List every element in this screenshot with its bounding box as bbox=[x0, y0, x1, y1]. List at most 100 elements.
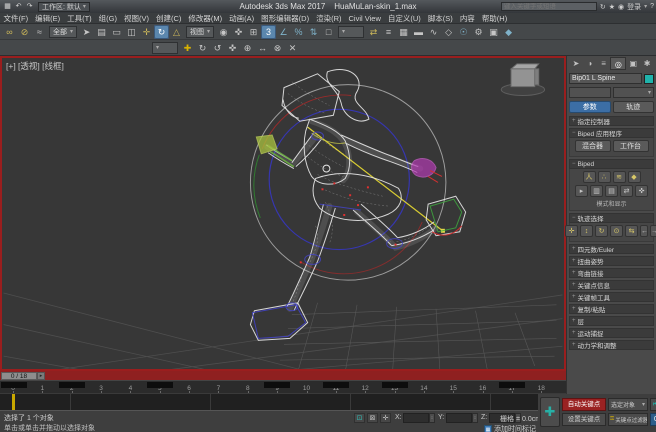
spinner-snap-icon[interactable]: ⇅ bbox=[306, 25, 321, 39]
all-axes-icon[interactable]: ✜ bbox=[225, 41, 240, 55]
track-bar-keys[interactable] bbox=[0, 393, 566, 410]
keyframe-9[interactable] bbox=[264, 382, 290, 388]
track-select-icon-2[interactable]: ↻ bbox=[595, 225, 608, 237]
x-spinner[interactable]: ↕ bbox=[429, 413, 435, 423]
keyframe-13[interactable] bbox=[382, 382, 408, 388]
rollout-header-8[interactable]: +关键帧工具 bbox=[569, 292, 654, 302]
select-by-name-icon[interactable]: ▤ bbox=[94, 25, 109, 39]
rollout-header-12[interactable]: +动力学和调整 bbox=[569, 340, 654, 350]
keyframe-17[interactable] bbox=[499, 382, 525, 388]
y-coordinate-field[interactable] bbox=[446, 413, 472, 423]
select-scale-icon[interactable]: △ bbox=[169, 25, 184, 39]
redo-icon[interactable]: ↷ bbox=[24, 2, 35, 12]
add-mode-icon[interactable]: ⊕ bbox=[240, 41, 255, 55]
render-icon[interactable]: ◆ bbox=[501, 25, 516, 39]
menu-item-11[interactable]: 自定义(U) bbox=[384, 13, 424, 24]
clear-icon[interactable]: ✕ bbox=[285, 41, 300, 55]
tab-create[interactable]: ➤ bbox=[569, 57, 583, 70]
rollout-header-1[interactable]: −Biped 应用程序 bbox=[569, 128, 654, 138]
user-icon[interactable]: ◉ bbox=[618, 3, 624, 11]
rollout-header-2[interactable]: −Biped bbox=[569, 159, 654, 169]
menu-item-0[interactable]: 文件(F) bbox=[0, 13, 32, 24]
rollout-header-9[interactable]: +复制/粘贴 bbox=[569, 304, 654, 314]
biped-tool-icon-0[interactable]: ▸ bbox=[575, 185, 588, 197]
apps-button-1[interactable]: 工作台 bbox=[613, 140, 649, 152]
tab-display[interactable]: ▣ bbox=[626, 57, 640, 70]
rollout-header-0[interactable]: +指定控制器 bbox=[569, 116, 654, 126]
biped-tool-icon-4[interactable]: ✜ bbox=[635, 185, 648, 197]
track-select-icon-3[interactable]: ⊙ bbox=[610, 225, 623, 237]
mode-button-0[interactable]: 参数 bbox=[569, 101, 611, 113]
rollout-header-4[interactable]: +四元数/Euler bbox=[569, 244, 654, 254]
named-selection-sets-icon[interactable]: □ bbox=[321, 25, 336, 39]
biped-tool-icon-1[interactable]: ▥ bbox=[590, 185, 603, 197]
track-select-icon-1[interactable]: ↕ bbox=[580, 225, 593, 237]
current-frame-marker[interactable] bbox=[12, 394, 15, 410]
help-icon[interactable]: ? bbox=[650, 3, 654, 10]
rect-region-icon[interactable]: ▭ bbox=[109, 25, 124, 39]
rollout-header-6[interactable]: +弯曲链接 bbox=[569, 268, 654, 278]
menu-item-14[interactable]: 帮助(H) bbox=[478, 13, 510, 24]
unlink-icon[interactable]: ⊘ bbox=[17, 25, 32, 39]
menu-item-4[interactable]: 视图(V) bbox=[121, 13, 153, 24]
isolate-selection-icon[interactable]: ⊡ bbox=[354, 413, 365, 423]
current-frame-field[interactable]: 0 bbox=[650, 413, 656, 426]
menu-item-13[interactable]: 内容 bbox=[456, 13, 478, 24]
layer-manager-icon[interactable]: ▦ bbox=[396, 25, 411, 39]
auto-key-button[interactable]: 自动关键点 bbox=[562, 398, 606, 411]
rotate-cw-icon[interactable]: ↻ bbox=[195, 41, 210, 55]
tab-utilities[interactable]: ✱ bbox=[640, 57, 654, 70]
track-mini-icon-0[interactable]: ← bbox=[640, 225, 648, 237]
tab-hierarchy[interactable]: ≡ bbox=[597, 57, 611, 70]
select-link-icon[interactable]: ∞ bbox=[2, 25, 17, 39]
biped-mode-icon-3[interactable]: ◆ bbox=[628, 171, 641, 183]
lock-selection-icon[interactable]: ✚ bbox=[180, 41, 195, 55]
select-rotate-icon[interactable]: ↻ bbox=[154, 25, 169, 39]
object-color-swatch[interactable] bbox=[644, 74, 654, 84]
next-frame-nub-icon[interactable]: ▸ bbox=[37, 372, 45, 380]
menu-item-7[interactable]: 动画(A) bbox=[226, 13, 258, 24]
align-icon[interactable]: ≡ bbox=[381, 25, 396, 39]
snap-3d-icon[interactable]: 3 bbox=[261, 25, 276, 39]
keyframe-2[interactable] bbox=[59, 382, 85, 388]
rotate-ccw-icon[interactable]: ↺ bbox=[210, 41, 225, 55]
track-select-icon-0[interactable]: ✛ bbox=[565, 225, 578, 237]
biped-mode-icon-2[interactable]: ≋ bbox=[613, 171, 626, 183]
rollout-header-11[interactable]: +运动捕捉 bbox=[569, 328, 654, 338]
schematic-view-icon[interactable]: ◇ bbox=[441, 25, 456, 39]
tab-motion[interactable]: ◎ bbox=[610, 57, 626, 70]
window-crossing-icon[interactable]: ◫ bbox=[124, 25, 139, 39]
perspective-viewport[interactable]: [+] [透视] [线框] bbox=[0, 56, 566, 371]
biped-tool-icon-2[interactable]: ▤ bbox=[605, 185, 618, 197]
menu-item-1[interactable]: 编辑(E) bbox=[32, 13, 64, 24]
search-input[interactable] bbox=[501, 2, 597, 11]
undo-icon[interactable]: ↶ bbox=[13, 2, 24, 12]
selection-lock-icon[interactable]: ⊠ bbox=[367, 413, 378, 423]
render-setup-icon[interactable]: ⚙ bbox=[471, 25, 486, 39]
viewport-canvas[interactable] bbox=[2, 58, 564, 369]
x-coordinate-field[interactable] bbox=[403, 413, 429, 423]
viewport-label[interactable]: [+] [透视] [线框] bbox=[6, 60, 64, 72]
keyframe-0[interactable] bbox=[1, 382, 27, 388]
app-menu-icon[interactable]: ▦ bbox=[2, 2, 13, 12]
favorites-icon[interactable]: ★ bbox=[609, 3, 615, 11]
material-editor-icon[interactable]: ☉ bbox=[456, 25, 471, 39]
bind-spacewarp-icon[interactable]: ≈ bbox=[32, 25, 47, 39]
rollout-header-5[interactable]: +扭曲姿势 bbox=[569, 256, 654, 266]
key-selection-combo[interactable]: 选定对象 ▾ bbox=[608, 398, 648, 411]
view-cube[interactable] bbox=[501, 64, 544, 96]
keyframe-5[interactable] bbox=[147, 382, 173, 388]
menu-item-2[interactable]: 工具(T) bbox=[64, 13, 96, 24]
biped-tool-icon-3[interactable]: ⇄ bbox=[620, 185, 633, 197]
subtract-mode-icon[interactable]: ⊗ bbox=[270, 41, 285, 55]
named-selection-combo[interactable]: ▾ bbox=[338, 26, 364, 38]
ribbon-icon[interactable]: ▬ bbox=[411, 25, 426, 39]
mode-button-1[interactable]: 轨迹 bbox=[613, 101, 655, 113]
modes-display-expander[interactable]: 模式和显示 bbox=[571, 199, 652, 208]
set-key-button[interactable]: 设置关键点 bbox=[562, 413, 606, 426]
keyframe-11[interactable] bbox=[323, 382, 349, 388]
percent-snap-icon[interactable]: % bbox=[291, 25, 306, 39]
select-object-icon[interactable]: ➤ bbox=[79, 25, 94, 39]
select-move-icon[interactable]: ✛ bbox=[139, 25, 154, 39]
menu-item-3[interactable]: 组(G) bbox=[95, 13, 120, 24]
